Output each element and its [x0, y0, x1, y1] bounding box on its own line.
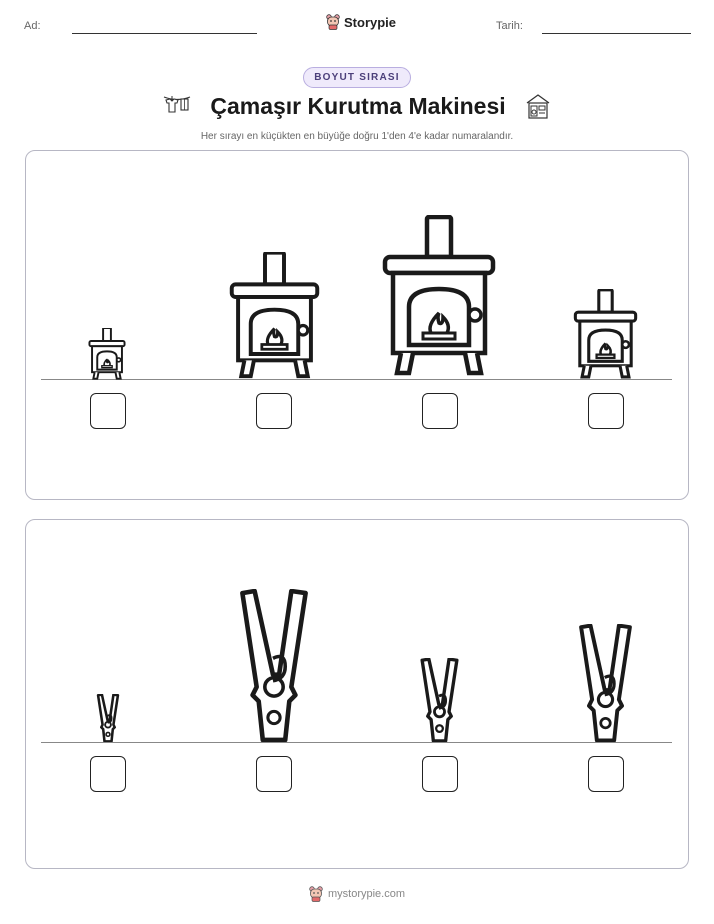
answer-box-clothespin-3[interactable]	[422, 756, 458, 792]
instructions: Her sırayı en küçükten en büyüğe doğru 1…	[200, 131, 514, 142]
storypie-mascot-icon	[309, 886, 323, 902]
worksheet-type-badge: BOYUT SIRASI	[303, 67, 411, 88]
brand-logo: Storypie	[326, 14, 396, 30]
answer-box-clothespin-1[interactable]	[90, 756, 126, 792]
stove-icon	[88, 328, 126, 380]
clothespin-row-baseline	[41, 742, 672, 743]
answer-box-stove-2[interactable]	[256, 393, 292, 429]
clothespin-icon	[579, 624, 632, 742]
page-title: Çamaşır Kurutma Makinesi	[210, 92, 506, 119]
stove-icon	[382, 215, 496, 376]
brand-name: Storypie	[344, 14, 397, 30]
answer-box-clothespin-2[interactable]	[256, 756, 292, 792]
date-label: Tarih:	[496, 20, 523, 32]
name-label: Ad:	[24, 20, 41, 32]
answer-box-stove-4[interactable]	[588, 393, 624, 429]
answer-box-stove-1[interactable]	[90, 393, 126, 429]
clothespin-icon	[420, 658, 459, 742]
date-field[interactable]	[542, 33, 691, 34]
footer-site-link[interactable]: mystorypie.com	[328, 888, 405, 900]
name-field[interactable]	[72, 33, 257, 34]
laundry-room-icon	[526, 94, 550, 119]
stove-icon	[573, 289, 638, 379]
stove-icon	[229, 252, 320, 379]
clothespin-icon	[240, 589, 308, 742]
footer: mystorypie.com	[309, 886, 405, 902]
storypie-mascot-icon	[326, 14, 340, 30]
clothespin-icon	[96, 694, 120, 742]
clothesline-icon	[164, 96, 191, 113]
answer-box-stove-3[interactable]	[422, 393, 458, 429]
answer-box-clothespin-4[interactable]	[588, 756, 624, 792]
